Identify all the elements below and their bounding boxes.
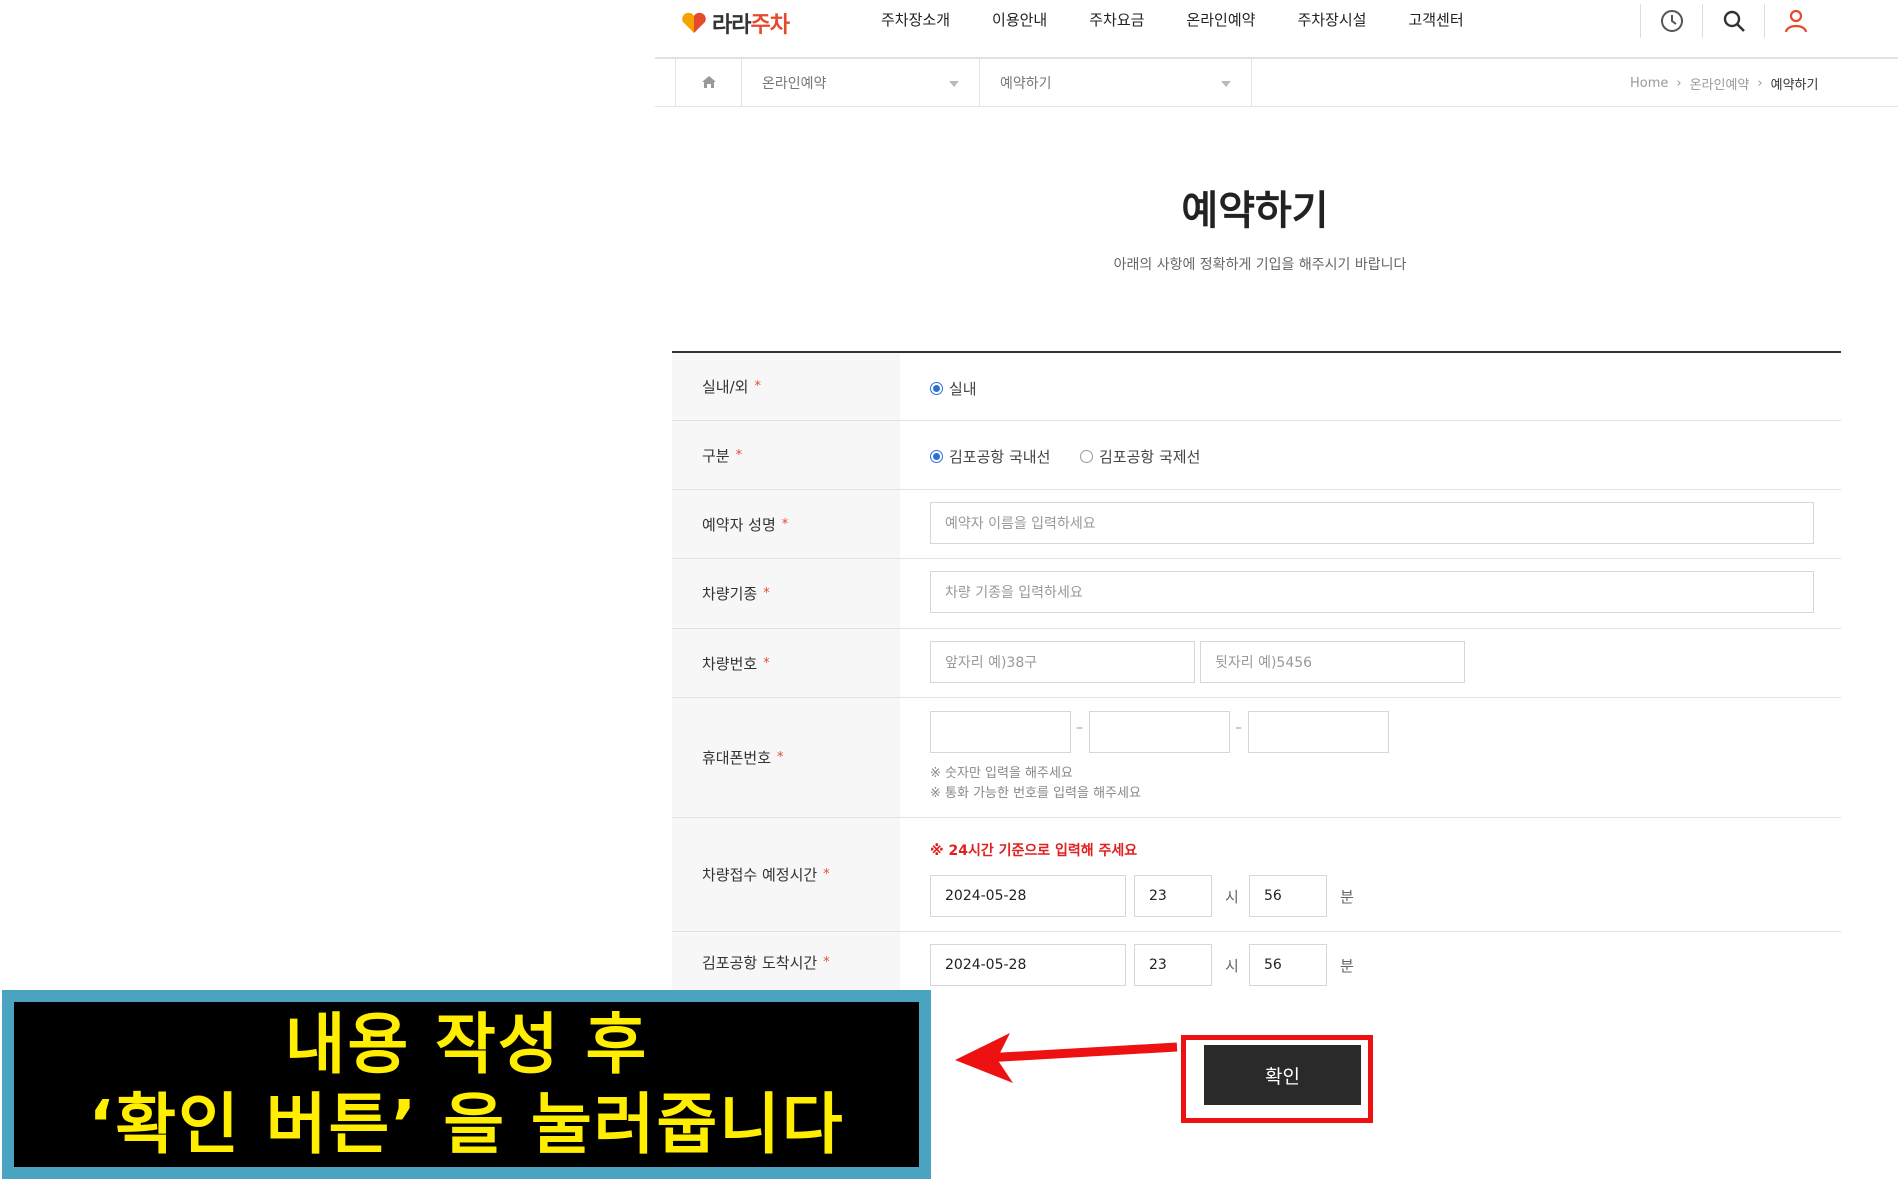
phone-input-3[interactable] [1248,711,1389,753]
hour-unit: 시 [1225,957,1239,975]
callout-line-1: 내용 작성 후 [284,1005,649,1083]
phone-input-2[interactable] [1089,711,1230,753]
phone-dash: – [1076,720,1083,736]
phone-dash: – [1235,720,1242,736]
chevron-right-icon: › [1676,76,1682,91]
phone-label: 휴대폰번호 * [672,698,900,817]
airport-time-label: 김포공항 도착시간 * [672,932,900,992]
category-international-label: 김포공항 국제선 [1099,448,1201,466]
page-title: 예약하기 [1181,188,1329,234]
nav-item-reservation[interactable]: 온라인예약 [1165,8,1276,32]
nav-item-support[interactable]: 고객센터 [1387,8,1484,32]
chevron-down-icon [949,75,959,91]
user-icon[interactable] [1764,4,1826,38]
logo[interactable]: 라라주차 [680,8,790,38]
minute-unit: 분 [1340,888,1354,906]
minute-unit: 분 [1340,957,1354,975]
radio-selected-icon[interactable] [930,450,943,463]
nav-item-facility[interactable]: 주차장시설 [1276,8,1387,32]
phone-note-2: ※ 통화 가능한 번호를 입력을 해주세요 [930,786,1141,801]
form-row-category: 구분 * 김포공항 국내선 김포공항 국제선 [672,421,1841,490]
form-row-car-number: 차량번호 * 앞자리 예)38구 뒷자리 예)5456 [672,629,1841,698]
arrival-time-label: 차량접수 예정시간 * [672,818,900,931]
car-number-back-input[interactable]: 뒷자리 예)5456 [1200,641,1465,683]
time-format-warning: ※ 24시간 기준으로 입력해 주세요 [930,843,1138,859]
form-row-car-model: 차량기종 * 차량 기종을 입력하세요 [672,559,1841,629]
arrival-date-input[interactable]: 2024-05-28 [930,875,1126,917]
airport-hour-input[interactable]: 23 [1134,944,1212,986]
phone-note-1: ※ 숫자만 입력을 해주세요 [930,766,1073,781]
instruction-callout: 내용 작성 후 ‘확인 버튼’ 을 눌러줍니다 [2,990,931,1179]
nav-item-intro[interactable]: 주차장소개 [860,8,971,32]
nav-item-fee[interactable]: 주차요금 [1068,8,1165,32]
nav-item-guide[interactable]: 이용안내 [971,8,1068,32]
form-row-indoor: 실내/외 * 실내 [672,353,1841,421]
clock-icon[interactable] [1640,4,1702,38]
subnav-dropdown-1-label: 온라인예약 [762,76,827,92]
page-subtitle: 아래의 사항에 정확하게 기입을 해주시기 바랍니다 [1113,257,1407,273]
chevron-right-icon: › [1757,76,1763,91]
indoor-radio-option[interactable]: 실내 [930,378,977,399]
form-row-arrival-time: 차량접수 예정시간 * ※ 24시간 기준으로 입력해 주세요 2024-05-2… [672,818,1841,932]
main-nav: 주차장소개 이용안내 주차요금 온라인예약 주차장시설 고객센터 [860,8,1485,32]
name-label: 예약자 성명 * [672,490,900,558]
callout-line-2: ‘확인 버튼’ 을 눌러줍니다 [88,1085,845,1163]
form-row-phone: 휴대폰번호 * – – ※ 숫자만 입력을 해주세요 ※ 통화 가능한 번호를 입… [672,698,1841,818]
breadcrumb: Home › 온라인예약 › 예약하기 [1630,74,1818,93]
chevron-down-icon [1221,75,1231,91]
arrival-hour-input[interactable]: 23 [1134,875,1212,917]
logo-heart-icon [680,11,708,35]
subnav-dropdown-2-label: 예약하기 [1000,76,1052,92]
form-row-airport-time: 김포공항 도착시간 * 2024-05-28 23 시 56 분 [672,932,1841,992]
search-icon[interactable] [1702,4,1764,38]
car-model-label: 차량기종 * [672,559,900,628]
indoor-label: 실내/외 * [672,353,900,420]
breadcrumb-reservation[interactable]: 온라인예약 [1690,74,1750,93]
breadcrumb-home[interactable]: Home [1630,76,1668,91]
arrow-left-icon [955,1033,1178,1083]
confirm-button[interactable]: 확인 [1204,1045,1361,1105]
logo-text: 라라주차 [712,13,790,38]
category-radio-international[interactable]: 김포공항 국제선 [1080,446,1200,467]
airport-date-input[interactable]: 2024-05-28 [930,944,1126,986]
hour-unit: 시 [1225,888,1239,906]
form-row-name: 예약자 성명 * 예약자 이름을 입력하세요 [672,490,1841,559]
category-domestic-label: 김포공항 국내선 [949,448,1051,466]
indoor-option-label: 실내 [949,380,977,398]
radio-unselected-icon[interactable] [1080,450,1093,463]
home-icon [701,74,717,93]
header-icons [1640,4,1826,38]
car-model-input[interactable]: 차량 기종을 입력하세요 [930,571,1814,613]
car-number-label: 차량번호 * [672,629,900,697]
subnav-dropdown-2[interactable]: 예약하기 [980,59,1252,107]
radio-selected-icon[interactable] [930,382,943,395]
car-number-front-input[interactable]: 앞자리 예)38구 [930,641,1195,683]
phone-input-1[interactable] [930,711,1071,753]
breadcrumb-current: 예약하기 [1770,78,1819,93]
category-radio-domestic[interactable]: 김포공항 국내선 [930,446,1050,467]
subnav-dropdown-1[interactable]: 온라인예약 [742,59,980,107]
airport-minute-input[interactable]: 56 [1249,944,1327,986]
category-label: 구분 * [672,421,900,489]
home-button[interactable] [675,59,742,107]
arrival-minute-input[interactable]: 56 [1249,875,1327,917]
name-input[interactable]: 예약자 이름을 입력하세요 [930,502,1814,544]
